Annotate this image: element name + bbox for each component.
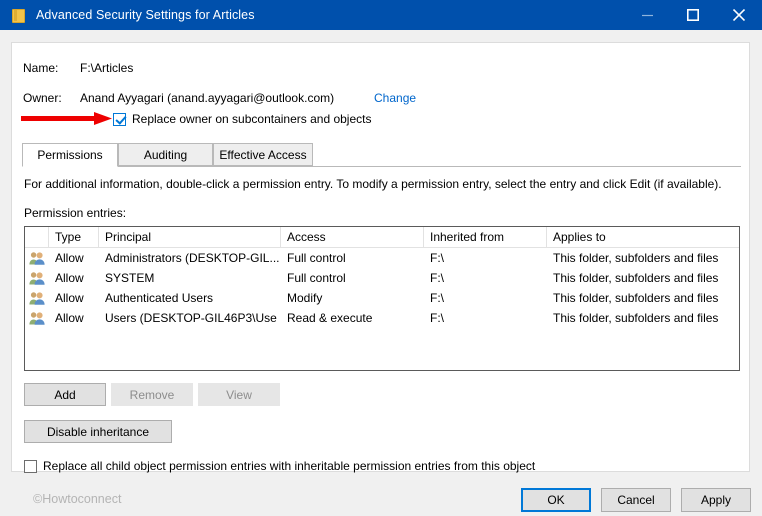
tab-effective-access[interactable]: Effective Access <box>213 143 313 166</box>
cell-applies-to: This folder, subfolders and files <box>553 271 719 285</box>
cell-applies-to: This folder, subfolders and files <box>553 311 719 325</box>
column-header-icon <box>25 227 49 247</box>
cell-access: Modify <box>287 291 323 305</box>
users-group-icon <box>25 311 49 325</box>
cell-principal: Administrators (DESKTOP-GIL... <box>105 251 280 265</box>
add-button[interactable]: Add <box>24 383 106 406</box>
cell-applies-to: This folder, subfolders and files <box>553 291 719 305</box>
users-group-icon <box>25 251 49 265</box>
minimize-icon[interactable] <box>624 0 670 30</box>
replace-all-child-permissions-checkbox-box[interactable] <box>24 459 37 473</box>
view-button: View <box>198 383 280 406</box>
cell-access: Full control <box>287 251 346 265</box>
cell-type: Allow <box>55 291 84 305</box>
table-row[interactable]: Allow Authenticated Users Modify F:\ This fo… <box>25 288 739 308</box>
ok-button[interactable]: OK <box>521 488 591 512</box>
watermark: ©Howtoconnect <box>33 492 122 506</box>
cell-type: Allow <box>55 311 84 325</box>
cell-access: Full control <box>287 271 346 285</box>
tab-permissions[interactable]: Permissions <box>22 143 118 167</box>
replace-all-child-permissions-checkbox-label: Replace all child object permission entr… <box>43 459 536 473</box>
title-bar: Advanced Security Settings for Articles <box>0 0 762 30</box>
disable-inheritance-button[interactable]: Disable inheritance <box>24 420 172 443</box>
cell-principal: Users (DESKTOP-GIL46P3\Use <box>105 311 277 325</box>
close-icon[interactable] <box>716 0 762 30</box>
tab-strip: Permissions Auditing Effective Access <box>12 143 751 167</box>
tab-underline <box>22 166 741 167</box>
name-label: Name: <box>23 61 59 75</box>
tab-effective-access-label: Effective Access <box>219 147 307 162</box>
tab-permissions-label: Permissions <box>37 148 103 162</box>
cell-inherited-from: F:\ <box>430 311 444 325</box>
cell-type: Allow <box>55 271 84 285</box>
cell-applies-to: This folder, subfolders and files <box>553 251 719 265</box>
table-row[interactable]: Allow Administrators (DESKTOP-GIL... Full … <box>25 248 739 268</box>
replace-all-child-permissions-checkbox[interactable]: Replace all child object permission entr… <box>24 459 535 473</box>
folder-icon <box>10 7 26 23</box>
owner-value: Anand Ayyagari (anand.ayyagari@outlook.c… <box>80 91 335 105</box>
table-row[interactable]: Allow SYSTEM Full control F:\ This folder, s… <box>25 268 739 288</box>
list-header-row: Type Principal Access Inherited from App… <box>25 227 739 248</box>
cell-type: Allow <box>55 251 84 265</box>
column-header-principal[interactable]: Principal <box>99 227 281 247</box>
tab-auditing-label: Auditing <box>143 147 188 162</box>
replace-owner-checkbox-label: Replace owner on subcontainers and objec… <box>132 112 372 126</box>
column-header-applies-to[interactable]: Applies to <box>547 227 739 247</box>
cell-inherited-from: F:\ <box>430 271 444 285</box>
column-header-inherited-from[interactable]: Inherited from <box>424 227 547 247</box>
cell-principal: Authenticated Users <box>105 291 214 305</box>
column-header-type[interactable]: Type <box>49 227 99 247</box>
window-title: Advanced Security Settings for Articles <box>36 8 255 22</box>
cell-access: Read & execute <box>287 311 373 325</box>
column-header-access[interactable]: Access <box>281 227 424 247</box>
change-owner-link[interactable]: Change <box>374 91 416 105</box>
replace-owner-checkbox-box[interactable] <box>113 112 126 126</box>
info-text: For additional information, double-click… <box>24 177 722 191</box>
replace-owner-checkbox[interactable]: Replace owner on subcontainers and objec… <box>113 112 371 126</box>
window-controls <box>624 0 762 30</box>
annotation-arrow-icon <box>21 112 112 125</box>
apply-button[interactable]: Apply <box>681 488 751 512</box>
cell-inherited-from: F:\ <box>430 291 444 305</box>
cell-principal: SYSTEM <box>105 271 155 285</box>
table-row[interactable]: Allow Users (DESKTOP-GIL46P3\Use Read & ex… <box>25 308 739 328</box>
content-panel: Name: F:\Articles Owner: Anand Ayyagari … <box>11 42 751 473</box>
list-body: Allow Administrators (DESKTOP-GIL... Full … <box>25 248 739 328</box>
tab-auditing[interactable]: Auditing <box>118 143 213 166</box>
maximize-icon[interactable] <box>670 0 716 30</box>
cell-inherited-from: F:\ <box>430 251 444 265</box>
permission-entries-label: Permission entries: <box>24 206 127 220</box>
users-group-icon <box>25 291 49 305</box>
name-value: F:\Articles <box>80 61 134 75</box>
permission-entries-list[interactable]: Type Principal Access Inherited from App… <box>24 226 740 371</box>
cancel-button[interactable]: Cancel <box>601 488 671 512</box>
users-group-icon <box>25 271 49 285</box>
remove-button: Remove <box>111 383 193 406</box>
owner-label: Owner: <box>23 91 62 105</box>
